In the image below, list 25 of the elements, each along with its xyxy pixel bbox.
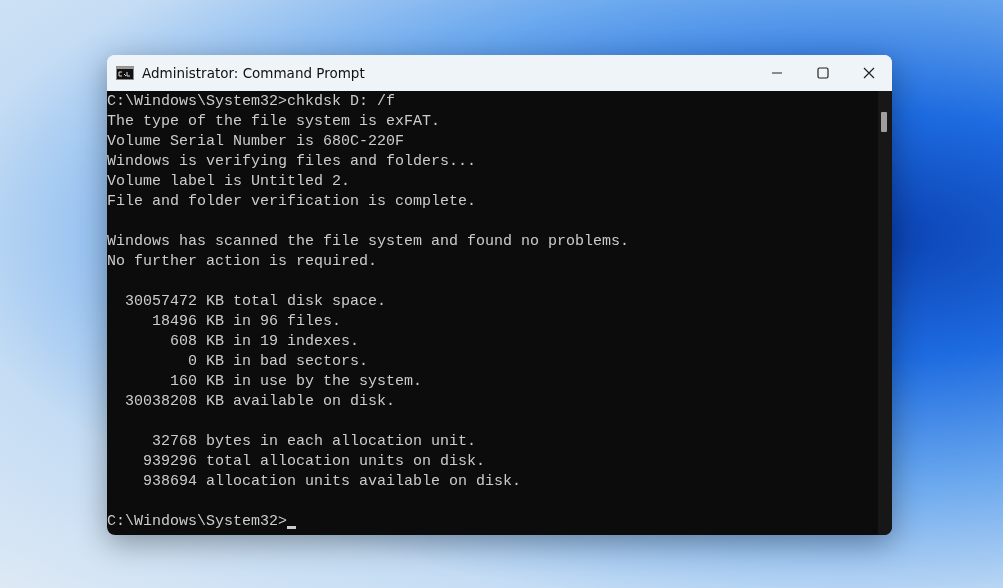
close-icon	[863, 67, 875, 79]
console-line: The type of the file system is exFAT.	[107, 112, 442, 132]
maximize-icon	[817, 67, 829, 79]
console-line: Windows has scanned the file system and found no problems.	[107, 232, 631, 252]
console-line: 939296 total allocation units on disk.	[142, 452, 487, 472]
terminal-icon	[116, 66, 134, 80]
text-cursor	[287, 526, 297, 529]
console-line: 160 KB in use by the system.	[169, 372, 424, 392]
console-line: 30057472 KB total disk space.	[124, 292, 388, 312]
command-prompt: C:\Windows\System32>	[107, 512, 288, 532]
console-line: Volume Serial Number is 680C-220F	[107, 132, 406, 152]
console-line: File and folder verification is complete.	[107, 192, 478, 212]
console-line: Windows is verifying files and folders...	[107, 152, 478, 172]
console-line: 18496 KB in 96 files.	[151, 312, 343, 332]
console-line: 0 KB in bad sectors.	[187, 352, 370, 372]
console-line: Volume label is Untitled 2.	[107, 172, 352, 192]
console-line: C:\Windows\System32>chkdsk D: /f	[107, 92, 397, 112]
scrollbar-thumb[interactable]	[881, 112, 887, 132]
console-line: 30038208 KB available on disk.	[124, 392, 397, 412]
console-line: 608 KB in 19 indexes.	[169, 332, 361, 352]
scrollbar[interactable]	[878, 91, 892, 535]
console-line: No further action is required.	[107, 252, 379, 272]
console-line: 938694 allocation units available on disk.	[142, 472, 523, 492]
console-line: 32768 bytes in each allocation unit.	[151, 432, 478, 452]
window-title: Administrator: Command Prompt	[142, 65, 365, 81]
